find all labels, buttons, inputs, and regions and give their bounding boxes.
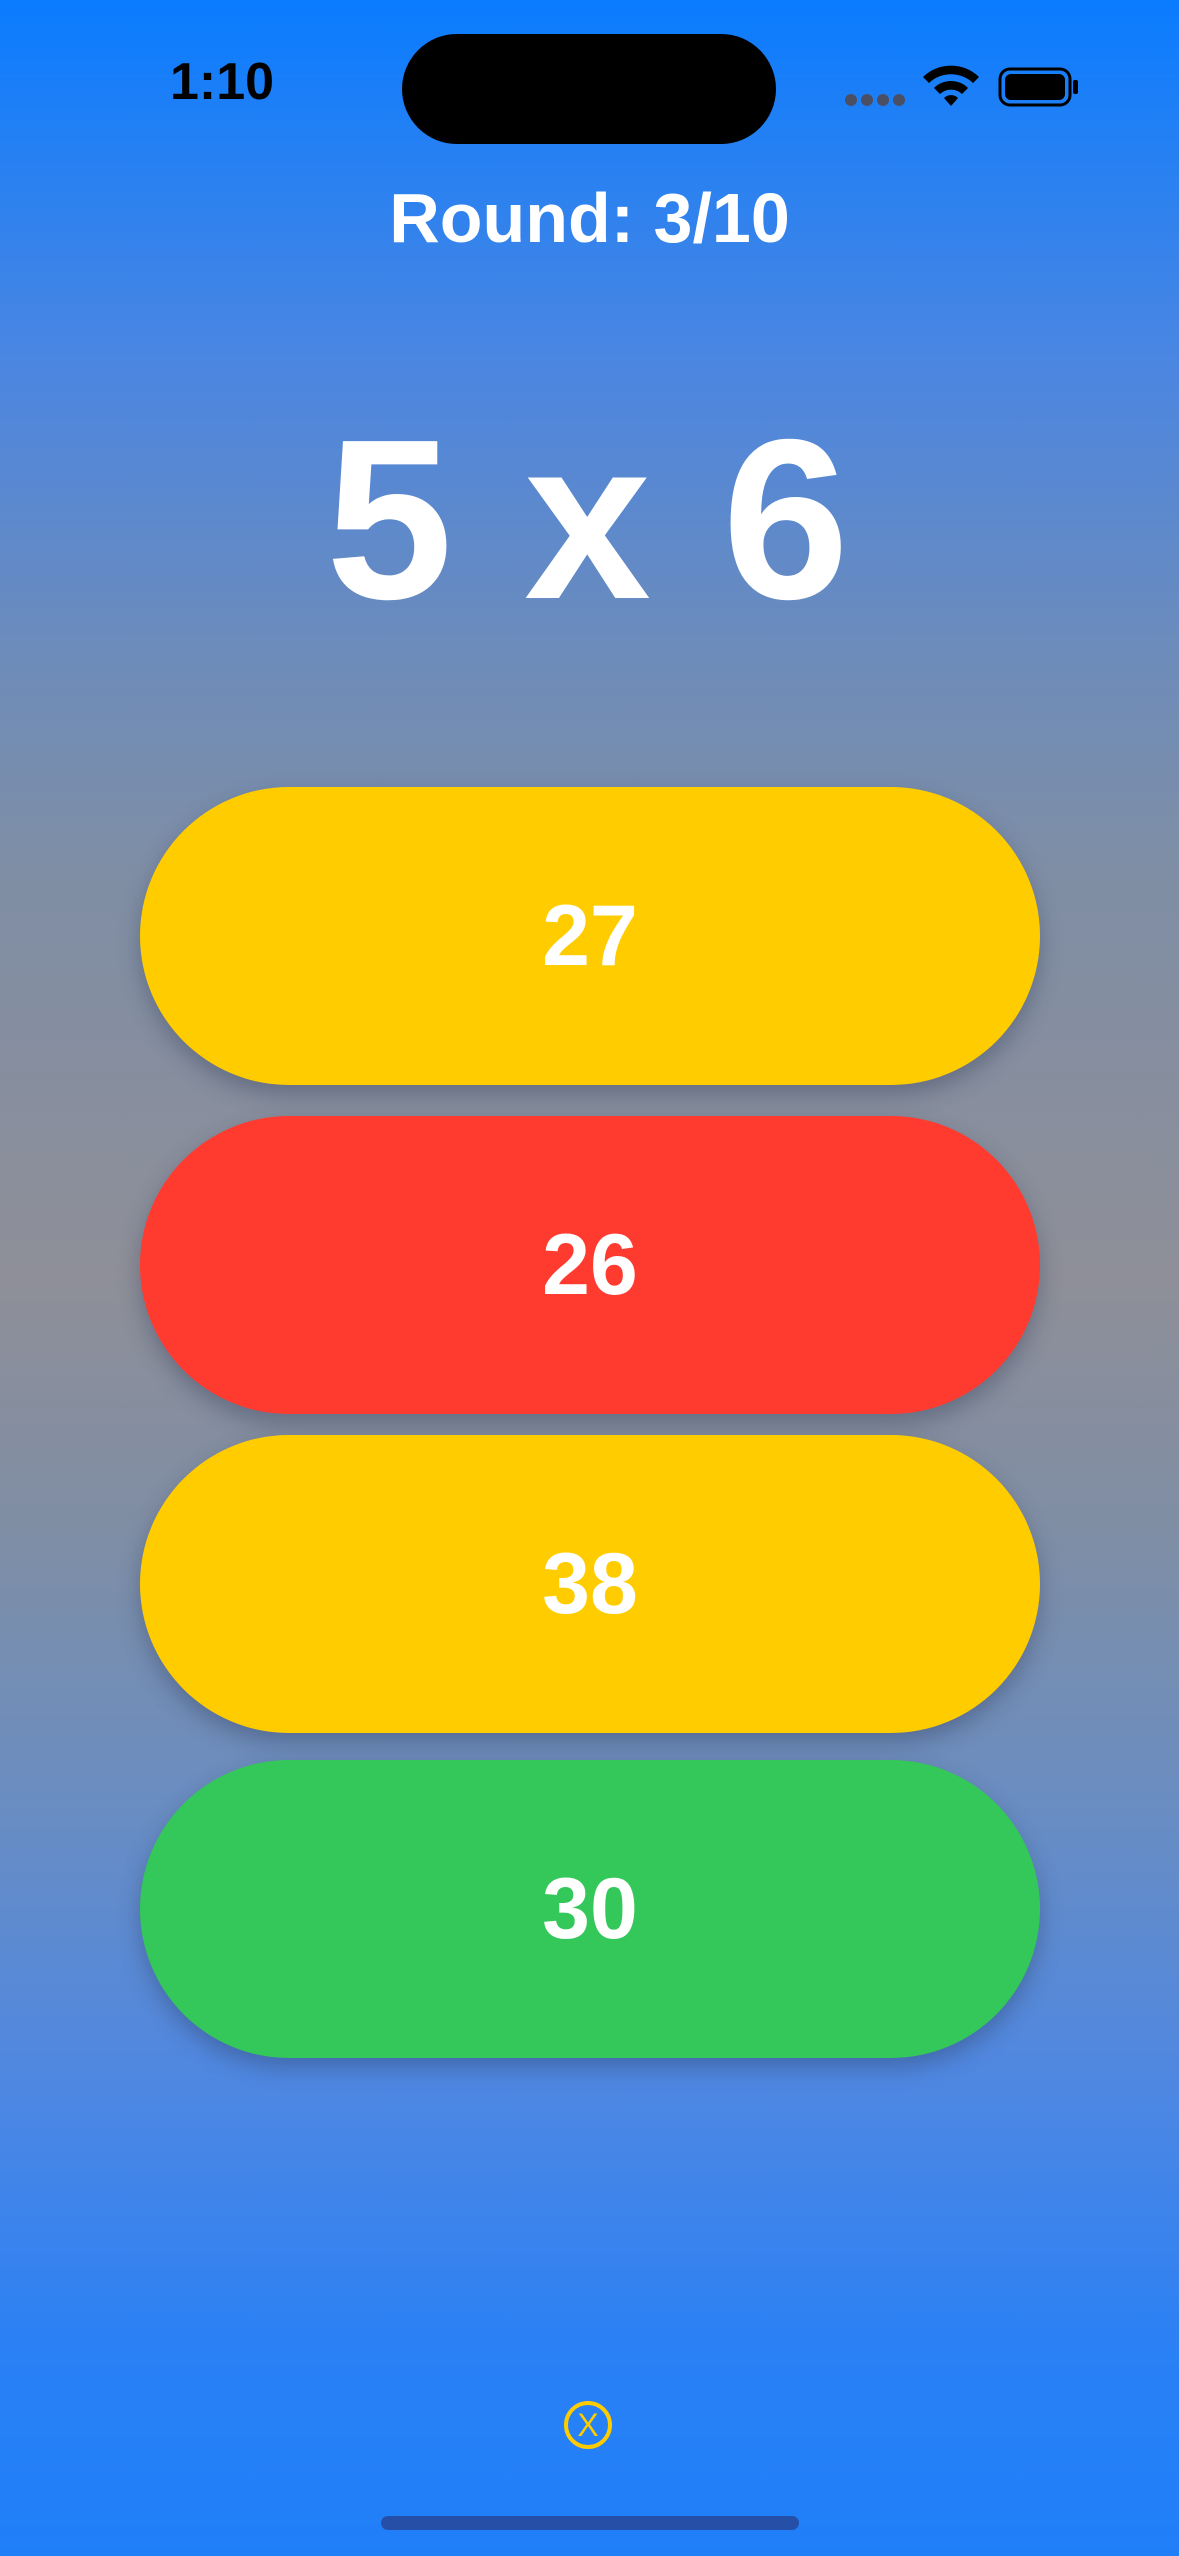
question-text: 5 x 6 bbox=[325, 393, 854, 647]
status-time: 1:10 bbox=[170, 53, 275, 111]
answer-button-1[interactable]: 27 bbox=[140, 787, 1040, 1085]
answer-label: 26 bbox=[542, 1216, 638, 1313]
answer-button-2[interactable]: 26 bbox=[140, 1116, 1040, 1414]
close-symbol: X bbox=[577, 2407, 599, 2443]
battery-icon bbox=[998, 67, 1078, 107]
home-indicator[interactable] bbox=[381, 2516, 799, 2530]
answer-button-3[interactable]: 38 bbox=[140, 1435, 1040, 1733]
close-icon[interactable]: X bbox=[564, 2401, 612, 2449]
round-counter: Round: 3/10 bbox=[389, 179, 790, 257]
dynamic-island bbox=[402, 34, 776, 144]
answer-label: 27 bbox=[542, 887, 638, 984]
answer-label: 30 bbox=[542, 1860, 638, 1957]
cellular-signal-icon bbox=[845, 94, 905, 108]
answer-label: 38 bbox=[542, 1535, 638, 1632]
wifi-icon bbox=[923, 65, 979, 106]
status-bar: 1:10 bbox=[0, 0, 1179, 170]
answer-button-4[interactable]: 30 bbox=[140, 1760, 1040, 2058]
